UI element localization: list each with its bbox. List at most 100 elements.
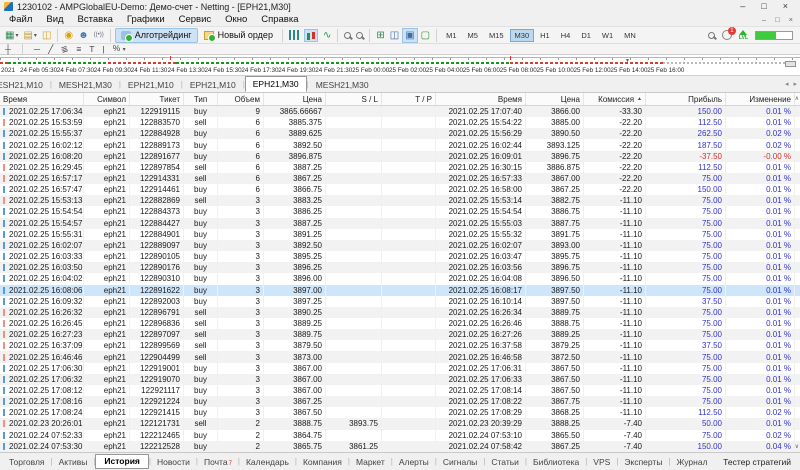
- chart-tab-EPH21,M10[interactable]: EPH21,M10: [121, 78, 181, 92]
- history-row[interactable]: 2021.02.25 15:54:54eph21122884373buy3388…: [0, 206, 800, 217]
- menu-item-Файл[interactable]: Файл: [2, 14, 39, 25]
- close-button[interactable]: ×: [783, 1, 788, 12]
- column-header-commission[interactable]: Комиссия▲: [584, 93, 646, 105]
- tabs-scroll-right-icon[interactable]: ▸: [793, 80, 797, 88]
- zoom-out-button[interactable]: [354, 28, 365, 43]
- history-row[interactable]: 2021.02.25 16:02:07eph21122889097buy3389…: [0, 240, 800, 251]
- line-chart-button[interactable]: ∿: [321, 28, 333, 43]
- history-row[interactable]: 2021.02.25 16:27:23eph21122897097sell338…: [0, 329, 800, 340]
- column-header-open_time[interactable]: Время: [0, 93, 84, 105]
- history-row[interactable]: 2021.02.25 17:08:16eph21122921224buy3386…: [0, 396, 800, 407]
- crosshair-icon[interactable]: ┼: [5, 45, 11, 54]
- scroll-up-icon[interactable]: ∧: [795, 95, 799, 102]
- column-header-ticket[interactable]: Тикет: [130, 93, 184, 105]
- bottom-tab-Новости[interactable]: Новости: [151, 455, 196, 469]
- bottom-tab-Активы[interactable]: Активы: [53, 455, 94, 469]
- community-button[interactable]: ☻: [76, 28, 91, 43]
- history-row[interactable]: 2021.02.25 16:08:06eph21122891622buy3389…: [0, 285, 800, 296]
- column-header-change[interactable]: Изменение: [726, 93, 795, 105]
- percent-tool-icon[interactable]: % ▾: [113, 44, 126, 55]
- history-row[interactable]: 2021.02.25 16:37:09eph21122899569sell338…: [0, 340, 800, 351]
- new-order-button[interactable]: Новый ордер: [199, 28, 278, 43]
- timeframe-M1[interactable]: M1: [441, 29, 461, 42]
- new-window-button[interactable]: ▢: [419, 28, 432, 43]
- strategy-tester-button[interactable]: Тестер стратегий: [723, 457, 797, 467]
- minimize-button[interactable]: –: [740, 1, 745, 12]
- history-row[interactable]: 2021.02.23 20:26:01eph21122121731sell238…: [0, 418, 800, 429]
- timeframe-H1[interactable]: H1: [535, 29, 555, 42]
- bar-chart-button[interactable]: [287, 28, 301, 43]
- column-header-volume[interactable]: Объем: [218, 93, 264, 105]
- history-row[interactable]: 2021.02.25 16:09:32eph21122892003buy3389…: [0, 296, 800, 307]
- equidistant-channel-icon[interactable]: ≡: [76, 45, 81, 54]
- trendline-icon[interactable]: ╱: [48, 45, 53, 54]
- history-row[interactable]: 2021.02.25 16:26:45eph21122896836sell338…: [0, 318, 800, 329]
- broadcast-button[interactable]: ((•)): [92, 28, 106, 43]
- chart-tab-MESH21,M30[interactable]: MESH21,M30: [52, 78, 119, 92]
- column-header-symbol[interactable]: Символ: [84, 93, 130, 105]
- history-row[interactable]: 2021.02.25 15:55:31eph21122884901buy3389…: [0, 229, 800, 240]
- bottom-tab-Библиотека[interactable]: Библиотека: [527, 455, 585, 469]
- column-header-sl[interactable]: S / L: [326, 93, 382, 105]
- history-row[interactable]: 2021.02.25 15:55:37eph21122884928buy6388…: [0, 128, 800, 139]
- market-watch-button[interactable]: ◫: [40, 28, 53, 43]
- timeframe-H4[interactable]: H4: [556, 29, 576, 42]
- history-row[interactable]: 2021.02.25 15:53:13eph21122882869sell338…: [0, 195, 800, 206]
- history-row[interactable]: 2021.02.25 17:06:32eph21122919070buy3386…: [0, 374, 800, 385]
- arrange-windows-button[interactable]: ◫: [388, 28, 401, 43]
- deposit-button[interactable]: ◉: [62, 28, 75, 43]
- vertical-line-icon[interactable]: |: [102, 45, 104, 54]
- history-row[interactable]: 2021.02.25 16:57:17eph21122914331sell638…: [0, 173, 800, 184]
- timeframe-M15[interactable]: M15: [484, 29, 509, 42]
- chart-strip[interactable]: ▼ 202124 Feb 05:3024 Feb 07:3024 Feb 09:…: [0, 55, 800, 76]
- bottom-tab-Статьи[interactable]: Статьи: [485, 455, 525, 469]
- bottom-tab-Маркет[interactable]: Маркет: [350, 455, 391, 469]
- profiles-button[interactable]: ▤▾: [21, 28, 38, 43]
- column-header-profit[interactable]: Прибыль: [646, 93, 726, 105]
- bottom-tab-Журнал[interactable]: Журнал: [671, 455, 714, 469]
- history-row[interactable]: 2021.02.25 16:03:33eph21122890105buy3389…: [0, 251, 800, 262]
- timeframe-MN[interactable]: MN: [619, 29, 641, 42]
- text-tool-icon[interactable]: T: [89, 45, 94, 54]
- cascade-windows-button[interactable]: ▣: [402, 28, 417, 43]
- horizontal-line-icon[interactable]: ─: [34, 45, 40, 54]
- history-row[interactable]: 2021.02.24 07:53:30eph21122212528buy2386…: [0, 441, 800, 452]
- chart-tab-EPH21,M30[interactable]: EPH21,M30: [245, 76, 307, 92]
- lvl-signal-icon[interactable]: LVL: [739, 30, 748, 40]
- history-row[interactable]: 2021.02.25 16:08:20eph21122891677buy6389…: [0, 151, 800, 162]
- history-row[interactable]: 2021.02.25 16:26:32eph21122896791sell338…: [0, 307, 800, 318]
- chart-tab-MESH21,M30[interactable]: MESH21,M30: [309, 78, 376, 92]
- scroll-down-icon[interactable]: ∨: [795, 443, 799, 450]
- new-chart-button[interactable]: ▦▾: [3, 28, 20, 43]
- bottom-tab-Алерты[interactable]: Алерты: [393, 455, 435, 469]
- history-row[interactable]: 2021.02.25 15:54:57eph21122884427buy3388…: [0, 218, 800, 229]
- tabs-scroll-left-icon[interactable]: ◂: [785, 80, 789, 88]
- column-header-close_time[interactable]: Время: [436, 93, 526, 105]
- history-row[interactable]: 2021.02.25 17:06:30eph21122919001buy3386…: [0, 363, 800, 374]
- timeframe-M5[interactable]: M5: [463, 29, 483, 42]
- history-row[interactable]: 2021.02.25 16:02:12eph21122889173buy6389…: [0, 139, 800, 150]
- history-row[interactable]: 2021.02.25 17:08:12eph21122921117buy3386…: [0, 385, 800, 396]
- bottom-tab-VPS[interactable]: VPS: [587, 455, 616, 469]
- bottom-tab-Календарь[interactable]: Календарь: [240, 455, 295, 469]
- history-row[interactable]: 2021.02.25 16:04:02eph21122890310buy3389…: [0, 273, 800, 284]
- timeframe-W1[interactable]: W1: [597, 29, 618, 42]
- bottom-tab-Эксперты[interactable]: Эксперты: [618, 455, 668, 469]
- column-header-close_price[interactable]: Цена: [526, 93, 584, 105]
- menu-item-Справка[interactable]: Справка: [254, 14, 305, 25]
- bottom-tab-История[interactable]: История: [95, 454, 148, 469]
- column-header-tp[interactable]: T / P: [382, 93, 436, 105]
- maximize-button[interactable]: □: [761, 1, 766, 12]
- history-row[interactable]: 2021.02.24 07:52:33eph21122212465buy2386…: [0, 430, 800, 441]
- zoom-in-button[interactable]: [342, 28, 353, 43]
- menu-item-Графики[interactable]: Графики: [120, 14, 172, 25]
- history-row[interactable]: 2021.02.25 16:03:50eph21122890176buy3389…: [0, 262, 800, 273]
- timeframe-M30[interactable]: M30: [510, 29, 535, 42]
- bottom-tab-Сигналы[interactable]: Сигналы: [437, 455, 483, 469]
- bottom-tab-Компания[interactable]: Компания: [297, 455, 348, 469]
- mdi-close-button[interactable]: ×: [789, 15, 793, 24]
- mdi-restore-button[interactable]: □: [775, 15, 780, 24]
- mdi-minimize-button[interactable]: –: [762, 15, 766, 24]
- menu-item-Вставка[interactable]: Вставка: [71, 14, 120, 25]
- menu-item-Вид[interactable]: Вид: [39, 14, 70, 25]
